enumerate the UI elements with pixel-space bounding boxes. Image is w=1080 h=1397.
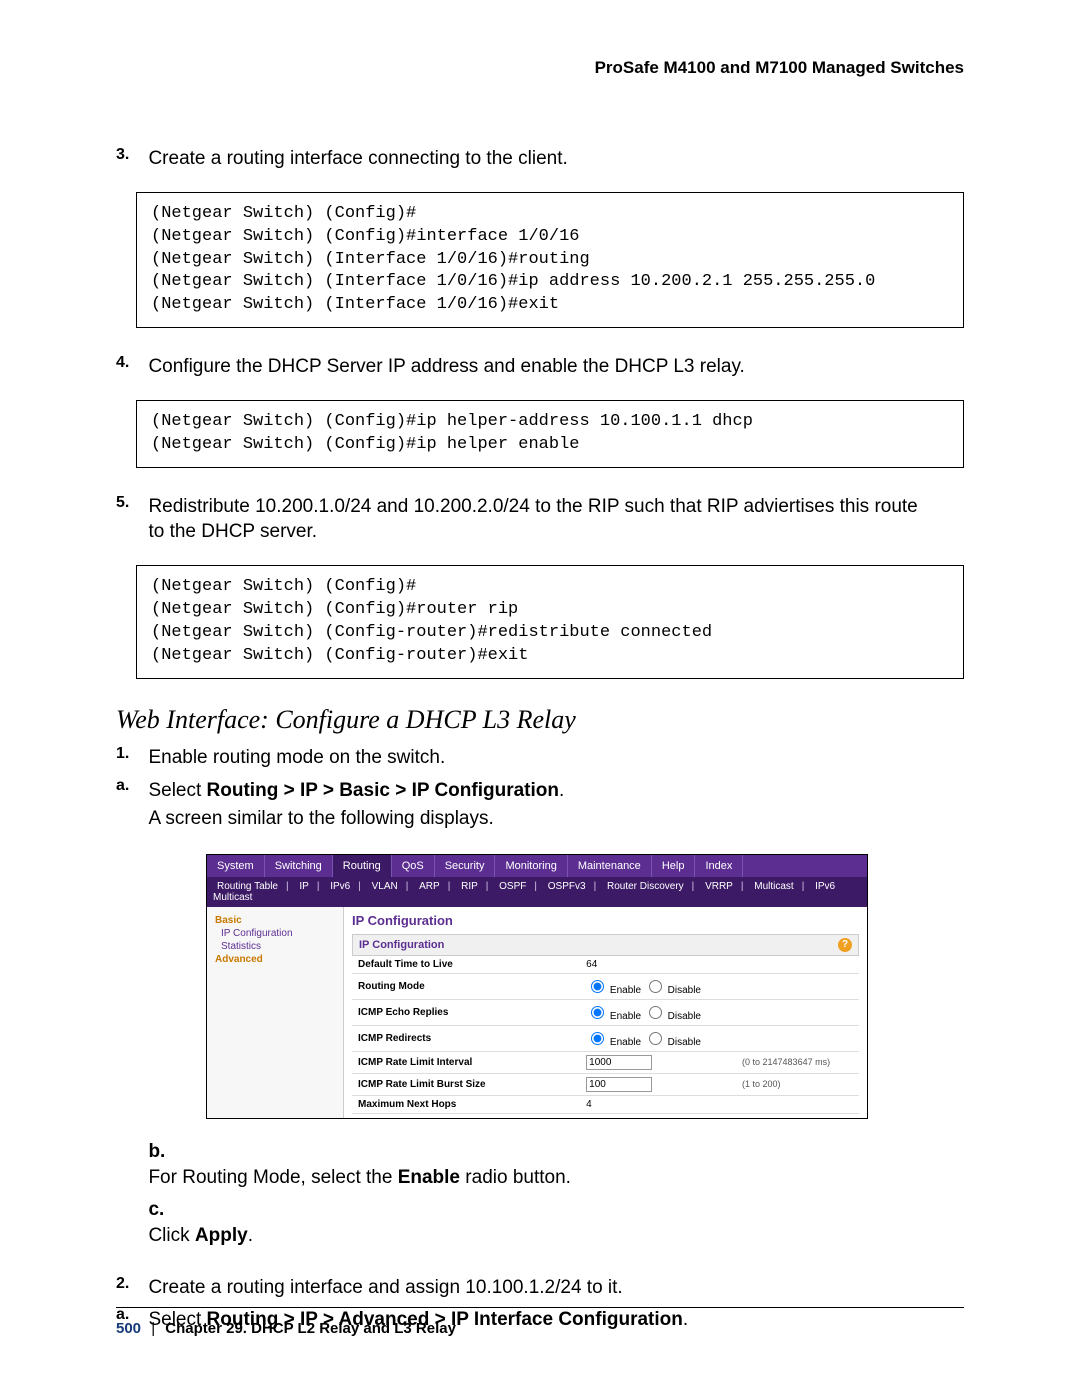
subnav-item[interactable]: VLAN bbox=[372, 881, 398, 892]
rate-burst-input[interactable] bbox=[586, 1077, 652, 1092]
tab-qos[interactable]: QoS bbox=[392, 855, 435, 877]
step-text: Configure the DHCP Server IP address and… bbox=[148, 354, 938, 380]
subnav-item[interactable]: IPv6 bbox=[330, 881, 350, 892]
subnav-item[interactable]: OSPFv3 bbox=[548, 881, 586, 892]
hint-text: (1 to 200) bbox=[736, 1073, 859, 1095]
step-text: Enable routing mode on the switch. bbox=[148, 745, 938, 771]
radio-group: Enable Disable bbox=[580, 973, 736, 999]
sidebar-group-advanced[interactable]: Advanced bbox=[215, 954, 335, 965]
row-value: 64 bbox=[580, 956, 736, 974]
substep-text: Click Apply. bbox=[148, 1222, 908, 1251]
subnav-item[interactable]: ARP bbox=[419, 881, 440, 892]
bold-term: Apply bbox=[195, 1225, 248, 1246]
sidebar-item-ipconfig[interactable]: IP Configuration bbox=[221, 928, 335, 939]
subnav-item[interactable]: OSPF bbox=[499, 881, 526, 892]
panel-subtitle: IP Configuration bbox=[359, 939, 444, 951]
tab-routing[interactable]: Routing bbox=[333, 855, 392, 877]
menu-path: Routing > IP > Basic > IP Configuration bbox=[207, 780, 559, 801]
sidebar: Basic IP Configuration Statistics Advanc… bbox=[207, 907, 344, 1118]
row-label: Default Time to Live bbox=[352, 956, 580, 974]
section-heading: Web Interface: Configure a DHCP L3 Relay bbox=[116, 705, 964, 735]
text: . bbox=[559, 780, 564, 801]
radio-label: Enable bbox=[610, 1037, 641, 1048]
page-footer: 500 | Chapter 29. DHCP L2 Relay and L3 R… bbox=[116, 1307, 964, 1337]
radio-label: Disable bbox=[668, 1037, 701, 1048]
tab-monitoring[interactable]: Monitoring bbox=[495, 855, 567, 877]
steps-list: 3. Create a routing interface connecting… bbox=[116, 146, 964, 172]
substep-letter: a. bbox=[116, 777, 144, 795]
subnav-item[interactable]: IP bbox=[299, 881, 308, 892]
subnav-item[interactable]: Multicast bbox=[754, 881, 793, 892]
step-number: 4. bbox=[116, 354, 144, 372]
text: A screen similar to the following displa… bbox=[148, 808, 493, 829]
help-icon[interactable]: ? bbox=[838, 938, 852, 952]
step-text: Create a routing interface connecting to… bbox=[148, 146, 938, 172]
radio-label: Disable bbox=[668, 1011, 701, 1022]
subnav-item[interactable]: RIP bbox=[461, 881, 478, 892]
config-panel: IP Configuration IP Configuration ? Defa… bbox=[344, 907, 867, 1118]
code-block: (Netgear Switch) (Config)# (Netgear Swit… bbox=[136, 565, 964, 679]
step-number: 2. bbox=[116, 1275, 144, 1293]
radio-enable[interactable] bbox=[591, 1006, 604, 1019]
config-table: Default Time to Live64 Routing Mode Enab… bbox=[352, 956, 859, 1114]
radio-label: Enable bbox=[610, 1011, 641, 1022]
radio-disable[interactable] bbox=[649, 980, 662, 993]
row-label: Maximum Next Hops bbox=[352, 1095, 580, 1113]
tab-help[interactable]: Help bbox=[652, 855, 696, 877]
sub-nav: Routing Table| IP| IPv6| VLAN| ARP| RIP|… bbox=[207, 877, 867, 907]
substep-letter: c. bbox=[148, 1197, 176, 1223]
step-text: Redistribute 10.200.1.0/24 and 10.200.2.… bbox=[148, 494, 938, 545]
row-label: ICMP Rate Limit Burst Size bbox=[352, 1073, 580, 1095]
text: For Routing Mode, select the bbox=[148, 1167, 397, 1188]
running-header: ProSafe M4100 and M7100 Managed Switches bbox=[116, 58, 964, 78]
subnav-item[interactable]: VRRP bbox=[705, 881, 733, 892]
radio-enable[interactable] bbox=[591, 1032, 604, 1045]
row-label: ICMP Redirects bbox=[352, 1025, 580, 1051]
radio-disable[interactable] bbox=[649, 1032, 662, 1045]
row-label: Routing Mode bbox=[352, 973, 580, 999]
sidebar-group-basic[interactable]: Basic bbox=[215, 915, 335, 926]
chapter-title: Chapter 29. DHCP L2 Relay and L3 Relay bbox=[165, 1320, 456, 1337]
substep-letter: b. bbox=[148, 1139, 176, 1165]
radio-label: Enable bbox=[610, 985, 641, 996]
row-value: 4 bbox=[580, 1095, 736, 1113]
tab-index[interactable]: Index bbox=[695, 855, 743, 877]
hint-text: (0 to 2147483647 ms) bbox=[736, 1051, 859, 1073]
row-label: ICMP Rate Limit Interval bbox=[352, 1051, 580, 1073]
step-number: 5. bbox=[116, 494, 144, 512]
radio-disable[interactable] bbox=[649, 1006, 662, 1019]
code-block: (Netgear Switch) (Config)# (Netgear Swit… bbox=[136, 192, 964, 329]
embedded-screenshot: System Switching Routing QoS Security Mo… bbox=[206, 854, 868, 1119]
subnav-item[interactable]: Router Discovery bbox=[607, 881, 684, 892]
substep-text: For Routing Mode, select the Enable radi… bbox=[148, 1164, 908, 1193]
page-number: 500 bbox=[116, 1320, 141, 1337]
text: . bbox=[248, 1225, 253, 1246]
text: Click bbox=[148, 1225, 194, 1246]
step-text: Create a routing interface and assign 10… bbox=[148, 1275, 938, 1301]
step-number: 3. bbox=[116, 146, 144, 164]
document-page: ProSafe M4100 and M7100 Managed Switches… bbox=[0, 0, 1080, 1397]
footer-separator: | bbox=[151, 1320, 155, 1337]
tab-switching[interactable]: Switching bbox=[265, 855, 333, 877]
rate-interval-input[interactable] bbox=[586, 1055, 652, 1070]
row-label: ICMP Echo Replies bbox=[352, 999, 580, 1025]
substep-text: Select Routing > IP > Basic > IP Configu… bbox=[148, 777, 908, 834]
sidebar-item-statistics[interactable]: Statistics bbox=[221, 941, 335, 952]
code-block: (Netgear Switch) (Config)#ip helper-addr… bbox=[136, 400, 964, 468]
tab-system[interactable]: System bbox=[207, 855, 265, 877]
text: Select bbox=[148, 780, 206, 801]
panel-title: IP Configuration bbox=[352, 913, 859, 928]
step-number: 1. bbox=[116, 745, 144, 763]
bold-term: Enable bbox=[398, 1167, 460, 1188]
tab-security[interactable]: Security bbox=[435, 855, 496, 877]
text: radio button. bbox=[460, 1167, 571, 1188]
radio-enable[interactable] bbox=[591, 980, 604, 993]
main-tab-bar: System Switching Routing QoS Security Mo… bbox=[207, 855, 867, 877]
subnav-item[interactable]: Routing Table bbox=[217, 881, 278, 892]
radio-label: Disable bbox=[668, 985, 701, 996]
tab-maintenance[interactable]: Maintenance bbox=[568, 855, 652, 877]
